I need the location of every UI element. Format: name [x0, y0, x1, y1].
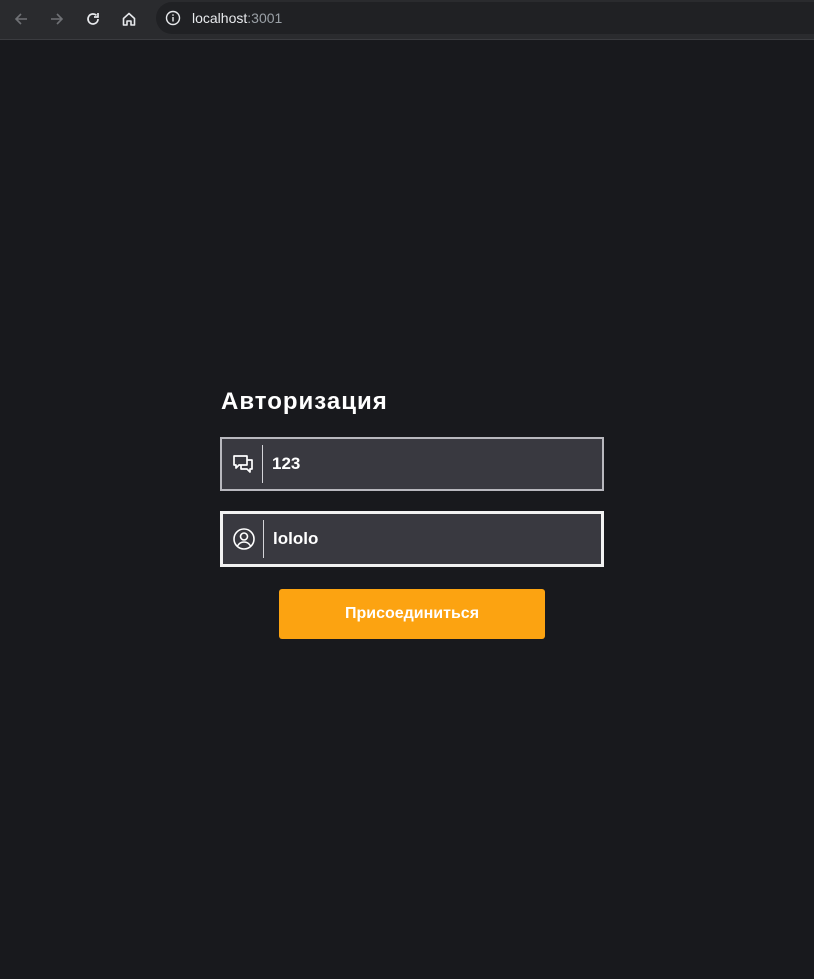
user-circle-icon: [233, 528, 255, 550]
field-divider: [263, 520, 264, 558]
join-button[interactable]: Присоединиться: [279, 589, 545, 639]
arrow-left-icon: [14, 13, 27, 25]
url-port: :3001: [247, 10, 283, 26]
forward-button[interactable]: [43, 5, 71, 33]
url-text[interactable]: localhost:3001: [192, 10, 282, 26]
home-icon: [122, 12, 136, 26]
room-field[interactable]: [220, 437, 604, 491]
reload-button[interactable]: [79, 5, 107, 33]
reload-icon: [87, 13, 99, 25]
address-bar[interactable]: localhost:3001: [156, 2, 814, 34]
room-input[interactable]: [272, 454, 592, 474]
home-button[interactable]: [115, 5, 143, 33]
arrow-right-icon: [51, 13, 64, 25]
info-icon[interactable]: [165, 10, 181, 26]
username-input[interactable]: [273, 529, 593, 549]
url-host: localhost: [192, 10, 248, 26]
username-field[interactable]: [220, 511, 604, 567]
field-divider: [262, 445, 263, 483]
page-title: Авторизация: [221, 388, 388, 415]
browser-toolbar: localhost:3001: [0, 0, 814, 40]
back-button[interactable]: [7, 5, 35, 33]
chat-bubbles-icon: [233, 455, 253, 473]
